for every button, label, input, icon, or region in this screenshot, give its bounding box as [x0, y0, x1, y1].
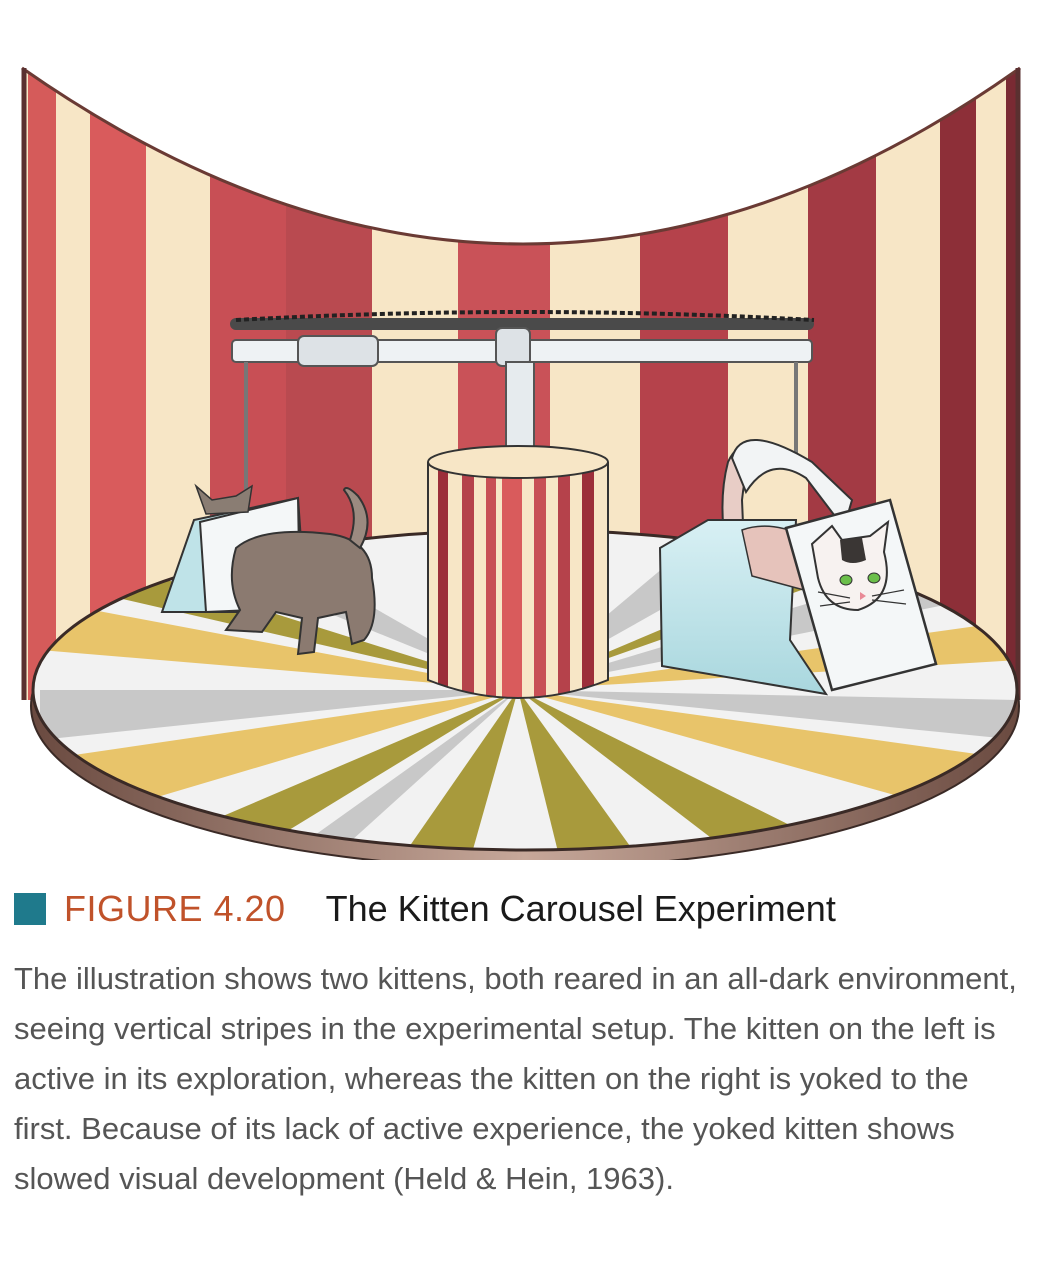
figure-label: FIGURE 4.20 [64, 888, 286, 929]
figure-heading: FIGURE 4.20 The Kitten Carousel Experime… [14, 884, 1034, 934]
figure-marker-square-icon [14, 893, 46, 925]
kitten-carousel-illustration [21, 66, 1021, 860]
figure-title: The Kitten Carousel Experiment [325, 888, 836, 929]
figure-caption: The illustration shows two kittens, both… [14, 961, 1017, 1196]
striped-center-post [427, 445, 609, 699]
